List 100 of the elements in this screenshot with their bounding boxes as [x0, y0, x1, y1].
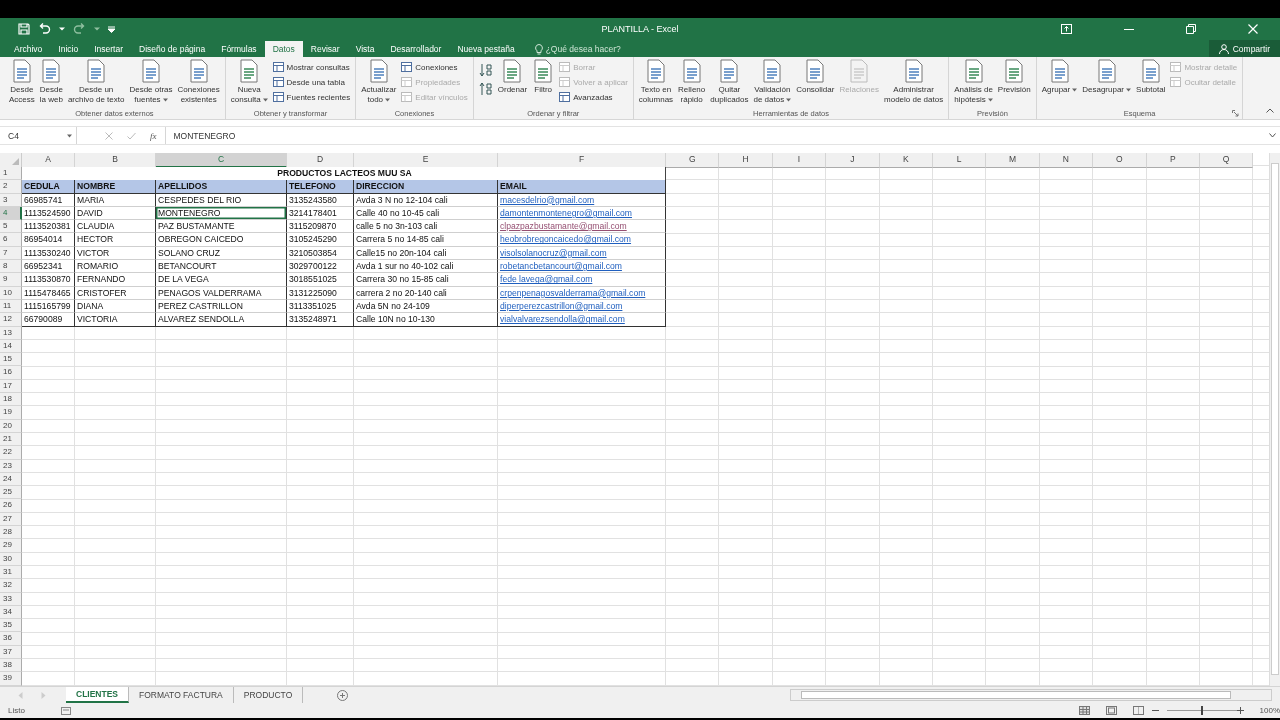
ribbon-tab[interactable]: Archivo: [6, 41, 51, 57]
row-header[interactable]: 39: [0, 672, 22, 686]
email-link[interactable]: fede lavega@gmail.com: [500, 274, 593, 285]
normal-view-icon[interactable]: [1078, 706, 1090, 715]
insert-function-button[interactable]: fx: [150, 130, 157, 141]
column-header[interactable]: O: [1093, 153, 1147, 168]
ribbon-button[interactable]: Desde una tabla: [270, 75, 353, 89]
ribbon-display-icon[interactable]: [1061, 24, 1072, 34]
row-header[interactable]: 1: [0, 167, 22, 181]
sort-descending-icon[interactable]: [478, 82, 493, 96]
column-header[interactable]: G: [666, 153, 720, 168]
zoom-out-icon[interactable]: [1151, 707, 1159, 714]
ribbon-button[interactable]: Quitar duplicados: [708, 59, 751, 105]
add-sheet-icon[interactable]: [337, 689, 349, 701]
ribbon-button[interactable]: Ordenar: [495, 59, 530, 95]
row-header[interactable]: 15: [0, 353, 22, 367]
share-button[interactable]: Compartir: [1208, 40, 1280, 57]
ribbon-button[interactable]: Administrar modelo de datos: [882, 59, 946, 105]
row-header[interactable]: 36: [0, 632, 22, 646]
page-break-icon[interactable]: [1132, 706, 1144, 715]
ribbon-button[interactable]: Subtotal: [1134, 59, 1168, 95]
row-header[interactable]: 8: [0, 260, 22, 274]
row-header[interactable]: 19: [0, 406, 22, 420]
ribbon-button[interactable]: Análisis de hipótesis: [952, 59, 995, 105]
save-icon[interactable]: [18, 23, 30, 35]
column-header[interactable]: I: [772, 153, 827, 168]
ribbon-tab[interactable]: Desarrollador: [382, 41, 450, 57]
sheet-tab[interactable]: CLIENTES: [66, 687, 130, 703]
ribbon-button[interactable]: Conexiones existentes: [175, 59, 222, 105]
ribbon-tab[interactable]: Vista: [347, 41, 383, 57]
row-header[interactable]: 28: [0, 526, 22, 540]
slider-thumb[interactable]: [1200, 706, 1203, 715]
ribbon-button[interactable]: Texto en columnas: [636, 59, 676, 105]
page-layout-icon[interactable]: [1105, 706, 1117, 715]
dialog-launcher-icon[interactable]: [1232, 110, 1240, 117]
row-header[interactable]: 32: [0, 579, 22, 593]
ribbon-tab[interactable]: Diseño de página: [131, 41, 214, 57]
column-header[interactable]: J: [826, 153, 880, 168]
column-header[interactable]: P: [1146, 153, 1200, 168]
ribbon-button[interactable]: Mostrar consultas: [270, 60, 353, 74]
ribbon-button[interactable]: Desde la web: [37, 59, 65, 105]
column-header[interactable]: Q: [1199, 153, 1254, 168]
row-header[interactable]: 2: [0, 180, 22, 194]
ribbon-tab[interactable]: Datos: [264, 41, 303, 57]
ribbon-tab[interactable]: Fórmulas: [213, 41, 265, 57]
ribbon-tab[interactable]: Revisar: [302, 41, 348, 57]
column-header[interactable]: H: [719, 153, 773, 168]
ribbon-button[interactable]: Agrupar: [1039, 59, 1080, 95]
tell-me-field[interactable]: ¿Qué desea hacer?: [534, 41, 636, 57]
row-header[interactable]: 25: [0, 486, 22, 500]
caret-icon[interactable]: [59, 26, 65, 32]
restore-icon[interactable]: [1186, 24, 1196, 34]
ribbon-button[interactable]: Conexiones: [399, 60, 470, 74]
ribbon-button[interactable]: Filtro: [530, 59, 557, 95]
ribbon-button[interactable]: Avanzadas: [557, 90, 630, 104]
ribbon-button[interactable]: Relleno rápido: [676, 59, 708, 105]
row-header[interactable]: 9: [0, 273, 22, 287]
row-header[interactable]: 12: [0, 313, 22, 327]
column-header[interactable]: L: [932, 153, 987, 168]
row-header[interactable]: 16: [0, 366, 22, 380]
ribbon-tab[interactable]: Insertar: [86, 41, 131, 57]
row-header[interactable]: 18: [0, 393, 22, 407]
ribbon-button[interactable]: Desagrupar: [1080, 59, 1134, 95]
email-link[interactable]: macesdelrio@gmail.com: [500, 194, 595, 205]
email-link[interactable]: visolsolanocruz@gmail.com: [500, 247, 607, 258]
ribbon-tab[interactable]: Nueva pestaña: [449, 41, 523, 57]
ribbon-button[interactable]: Previsión: [995, 59, 1033, 95]
customize-toolbar-icon[interactable]: [108, 25, 115, 33]
expand-icon[interactable]: [1269, 133, 1276, 138]
horizontal-scrollbar[interactable]: [790, 689, 1272, 701]
redo-icon[interactable]: [73, 23, 86, 35]
ribbon-button[interactable]: Desde otras fuentes: [127, 59, 175, 105]
ribbon-button[interactable]: Nueva consulta: [228, 59, 270, 105]
caret-icon[interactable]: [94, 26, 100, 32]
ribbon-button[interactable]: Desde Access: [7, 59, 37, 105]
macro-record-icon[interactable]: [60, 706, 71, 715]
row-header[interactable]: 26: [0, 499, 22, 513]
row-header[interactable]: 29: [0, 539, 22, 553]
ribbon-button[interactable]: Consolidar: [794, 59, 837, 95]
sort-ascending-icon[interactable]: [478, 63, 493, 77]
collapse-ribbon-icon[interactable]: [1266, 108, 1274, 113]
table-cell: Carrera 5 no 14-85 cali: [354, 233, 498, 247]
ribbon-tab[interactable]: Inicio: [50, 41, 87, 57]
column-header[interactable]: K: [879, 153, 933, 168]
ribbon-button[interactable]: Fuentes recientes: [270, 90, 353, 104]
row-header[interactable]: 22: [0, 446, 22, 460]
ribbon-button[interactable]: Desde un archivo de texto: [65, 59, 127, 105]
row-header[interactable]: 6: [0, 233, 22, 247]
zoom-level[interactable]: 100%: [1259, 706, 1280, 715]
ribbon-button[interactable]: Actualizar todo: [359, 59, 399, 105]
column-header[interactable]: M: [986, 153, 1040, 168]
vertical-scrollbar[interactable]: [1269, 153, 1280, 686]
row-header[interactable]: 35: [0, 619, 22, 633]
close-icon[interactable]: [1248, 24, 1258, 34]
undo-icon[interactable]: [38, 23, 51, 35]
column-header[interactable]: N: [1039, 153, 1094, 168]
zoom-in-icon[interactable]: [1236, 707, 1244, 714]
table-cell: 3018551025: [287, 273, 354, 287]
row-header[interactable]: 5: [0, 220, 22, 234]
ribbon-button[interactable]: Validación de datos: [751, 59, 794, 105]
